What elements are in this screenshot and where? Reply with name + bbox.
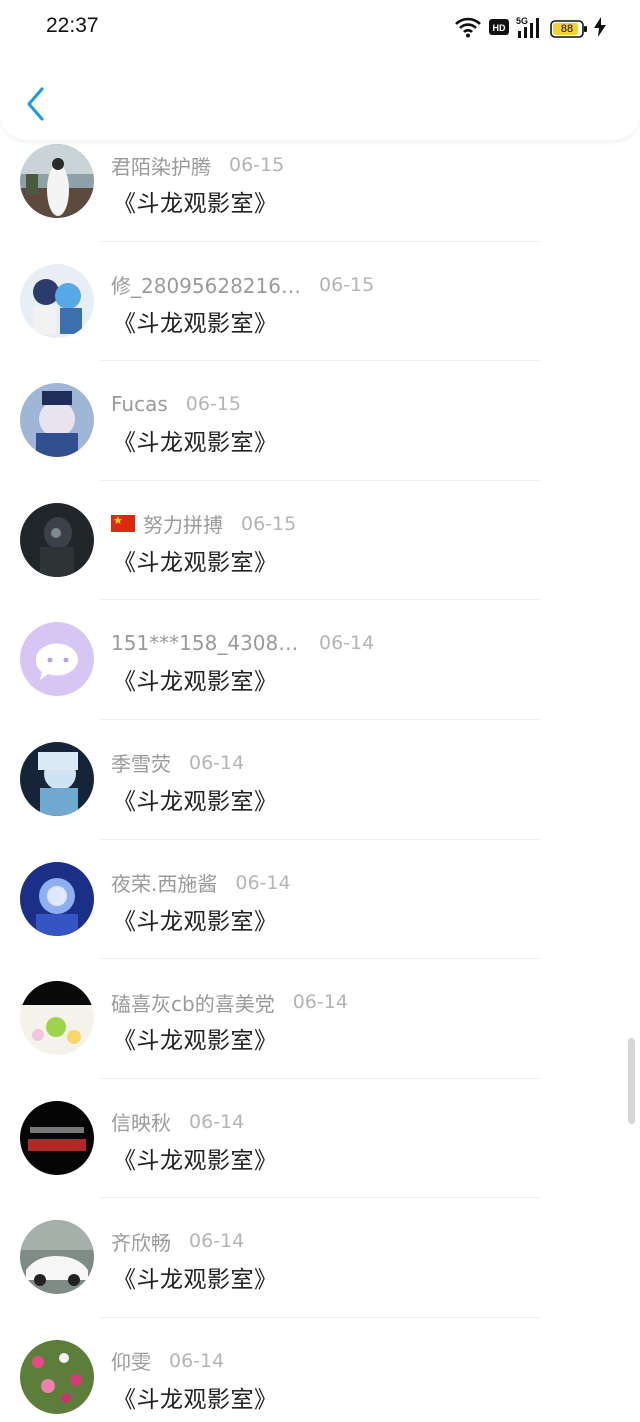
comment-date: 06-14 — [169, 1349, 225, 1372]
comment-meta: 齐欣畅 06-14 — [111, 1226, 244, 1256]
china-flag-icon — [111, 512, 135, 533]
username[interactable]: 修_280956282160... — [111, 270, 301, 299]
comment-date: 06-15 — [229, 154, 285, 176]
status-time: 22:37 — [46, 14, 99, 37]
comment-text: 《斗龙观影室》 — [113, 1147, 278, 1174]
avatar[interactable] — [20, 741, 94, 816]
comment-text: 《斗龙观影室》 — [113, 310, 278, 337]
comment-meta: 修_280956282160... 06-15 — [111, 270, 374, 300]
username[interactable]: 夜荣.西施酱 — [111, 868, 217, 897]
list-item[interactable]: 夜荣.西施酱 06-14 《斗龙观影室》 — [0, 840, 640, 960]
username[interactable]: 努力拼搏 — [143, 509, 223, 538]
comment-text: 《斗龙观影室》 — [113, 191, 278, 217]
hd-label: HD — [493, 23, 506, 33]
scrollbar[interactable] — [628, 1038, 635, 1124]
list-item[interactable]: 季雪荧 06-14 《斗龙观影室》 — [0, 720, 640, 840]
comment-meta: 君陌染护腾 06-15 — [111, 150, 284, 180]
comment-text: 《斗龙观影室》 — [113, 908, 278, 935]
comment-meta: 夜荣.西施酱 06-14 — [111, 868, 291, 898]
status-icons: HD 5G 88 — [454, 16, 606, 42]
list-item[interactable]: 磕喜灰cb的喜美党 06-14 《斗龙观影室》 — [0, 959, 640, 1079]
list-item[interactable]: Fucas 06-15 《斗龙观影室》 — [0, 361, 640, 481]
avatar[interactable] — [20, 1100, 94, 1175]
comment-text: 《斗龙观影室》 — [113, 549, 278, 576]
comment-text: 《斗龙观影室》 — [113, 1267, 278, 1294]
list-item[interactable]: 努力拼搏 06-15 《斗龙观影室》 — [0, 481, 640, 601]
username[interactable]: 151***158_43083... — [111, 631, 301, 655]
comment-date: 06-14 — [189, 751, 245, 774]
list-item[interactable]: 151***158_43083... 06-14 《斗龙观影室》 — [0, 600, 640, 720]
comment-text: 《斗龙观影室》 — [113, 788, 278, 815]
list-item[interactable]: 信映秋 06-14 《斗龙观影室》 — [0, 1079, 640, 1199]
avatar[interactable] — [20, 502, 94, 577]
charging-icon — [594, 17, 606, 41]
comment-text: 《斗龙观影室》 — [113, 669, 278, 696]
avatar[interactable] — [20, 861, 94, 936]
comment-date: 06-15 — [241, 512, 297, 535]
username[interactable]: Fucas — [111, 392, 168, 416]
avatar[interactable] — [20, 263, 94, 338]
comment-text: 《斗龙观影室》 — [113, 1386, 278, 1413]
comment-meta: 磕喜灰cb的喜美党 06-14 — [111, 987, 348, 1017]
comment-text: 《斗龙观影室》 — [113, 1028, 278, 1055]
comment-meta: Fucas 06-15 — [111, 389, 241, 419]
battery-level: 88 — [560, 23, 574, 35]
chevron-left-icon — [27, 87, 44, 121]
hd-icon: HD — [488, 18, 510, 40]
comment-date: 06-14 — [189, 1230, 245, 1253]
username[interactable]: 磕喜灰cb的喜美党 — [111, 988, 275, 1017]
username[interactable]: 季雪荧 — [111, 748, 171, 777]
avatar[interactable] — [20, 383, 94, 458]
list-item[interactable]: 修_280956282160... 06-15 《斗龙观影室》 — [0, 242, 640, 362]
top-header: 22:37 HD 5G 88 — [0, 0, 640, 140]
network-label: 5G — [516, 16, 528, 26]
comment-date: 06-15 — [185, 393, 241, 416]
list-item[interactable]: 齐欣畅 06-14 《斗龙观影室》 — [0, 1198, 640, 1318]
username[interactable]: 仰雯 — [111, 1346, 151, 1375]
avatar[interactable] — [20, 1339, 94, 1414]
comment-date: 06-15 — [319, 273, 375, 296]
avatar[interactable] — [20, 622, 94, 697]
user-list[interactable]: 君陌染护腾 06-15 《斗龙观影室》 修_280956282160... 06… — [0, 122, 640, 1422]
comment-date: 06-14 — [292, 991, 348, 1014]
avatar[interactable] — [20, 1220, 94, 1295]
list-item[interactable]: 仰雯 06-14 《斗龙观影室》 — [0, 1318, 640, 1422]
comment-date: 06-14 — [319, 632, 375, 655]
avatar[interactable] — [20, 981, 94, 1056]
comment-text: 《斗龙观影室》 — [113, 430, 278, 457]
back-button[interactable] — [22, 86, 50, 122]
comment-meta: 季雪荧 06-14 — [111, 748, 244, 778]
signal-icon: 5G — [516, 15, 544, 43]
comment-date: 06-14 — [189, 1110, 245, 1133]
username[interactable]: 信映秋 — [111, 1107, 171, 1136]
screen: 君陌染护腾 06-15 《斗龙观影室》 修_280956282160... 06… — [0, 0, 640, 1422]
username[interactable]: 齐欣畅 — [111, 1227, 171, 1256]
comment-meta: 努力拼搏 06-15 — [111, 509, 296, 539]
comment-meta: 信映秋 06-14 — [111, 1107, 244, 1137]
comment-date: 06-14 — [235, 871, 291, 894]
avatar[interactable] — [20, 144, 94, 218]
comment-meta: 仰雯 06-14 — [111, 1346, 224, 1376]
battery-icon: 88 — [550, 19, 588, 39]
comment-meta: 151***158_43083... 06-14 — [111, 628, 374, 658]
wifi-icon — [454, 16, 482, 42]
username[interactable]: 君陌染护腾 — [111, 151, 211, 180]
